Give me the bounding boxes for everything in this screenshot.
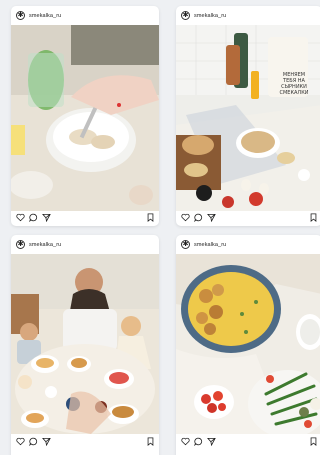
username[interactable]: smekalka_ru: [194, 242, 226, 248]
bookmark-icon[interactable]: [145, 437, 155, 447]
comment-icon[interactable]: [193, 213, 203, 223]
post-actions: [11, 433, 159, 450]
post-card: ✱ smekalka_ru: [176, 235, 320, 455]
post-actions: [11, 209, 159, 226]
send-icon[interactable]: [41, 213, 51, 223]
photo-family-breakfast: [11, 254, 159, 434]
photo-dinner-plate: [11, 25, 159, 211]
post-header: ✱ smekalka_ru: [11, 235, 159, 254]
sign: МЕНЯЕМ ТЕБЯ НА СЫРНИКИ СМЕКАЛКИ: [279, 72, 309, 96]
post-image[interactable]: [176, 254, 320, 434]
post-header: ✱ smekalka_ru: [11, 6, 159, 25]
comment-icon[interactable]: [28, 437, 38, 447]
smekalka-logo-icon[interactable]: ✱: [16, 11, 25, 20]
username[interactable]: smekalka_ru: [194, 13, 226, 19]
post-actions: [176, 209, 320, 226]
post-image[interactable]: [11, 25, 159, 211]
bookmark-icon[interactable]: [308, 437, 318, 447]
heart-icon[interactable]: [15, 437, 25, 447]
post-image[interactable]: [11, 254, 159, 434]
send-icon[interactable]: [206, 213, 216, 223]
post-header: ✱ smekalka_ru: [176, 6, 320, 25]
post-image[interactable]: [176, 25, 320, 211]
smekalka-logo-icon[interactable]: ✱: [181, 11, 190, 20]
post-card: ✱ smekalka_ru: [11, 235, 159, 455]
post-actions: [176, 433, 320, 450]
post-card: ✱ smekalka_ru: [176, 6, 320, 226]
smekalka-logo-icon[interactable]: ✱: [16, 240, 25, 249]
smekalka-logo-icon[interactable]: ✱: [181, 240, 190, 249]
heart-icon[interactable]: [180, 213, 190, 223]
username[interactable]: smekalka_ru: [29, 13, 61, 19]
post-card: ✱ smekalka_ru: [11, 6, 159, 226]
sign-line: СМЕКАЛКИ: [279, 90, 309, 96]
photo-potatoes-eggs: [176, 254, 320, 434]
send-icon[interactable]: [41, 437, 51, 447]
heart-icon[interactable]: [15, 213, 25, 223]
username[interactable]: smekalka_ru: [29, 242, 61, 248]
post-header: ✱ smekalka_ru: [176, 235, 320, 254]
bookmark-icon[interactable]: [308, 213, 318, 223]
bookmark-icon[interactable]: [145, 213, 155, 223]
comment-icon[interactable]: [28, 213, 38, 223]
send-icon[interactable]: [206, 437, 216, 447]
photo-picnic-spread: [176, 25, 320, 211]
heart-icon[interactable]: [180, 437, 190, 447]
comment-icon[interactable]: [193, 437, 203, 447]
